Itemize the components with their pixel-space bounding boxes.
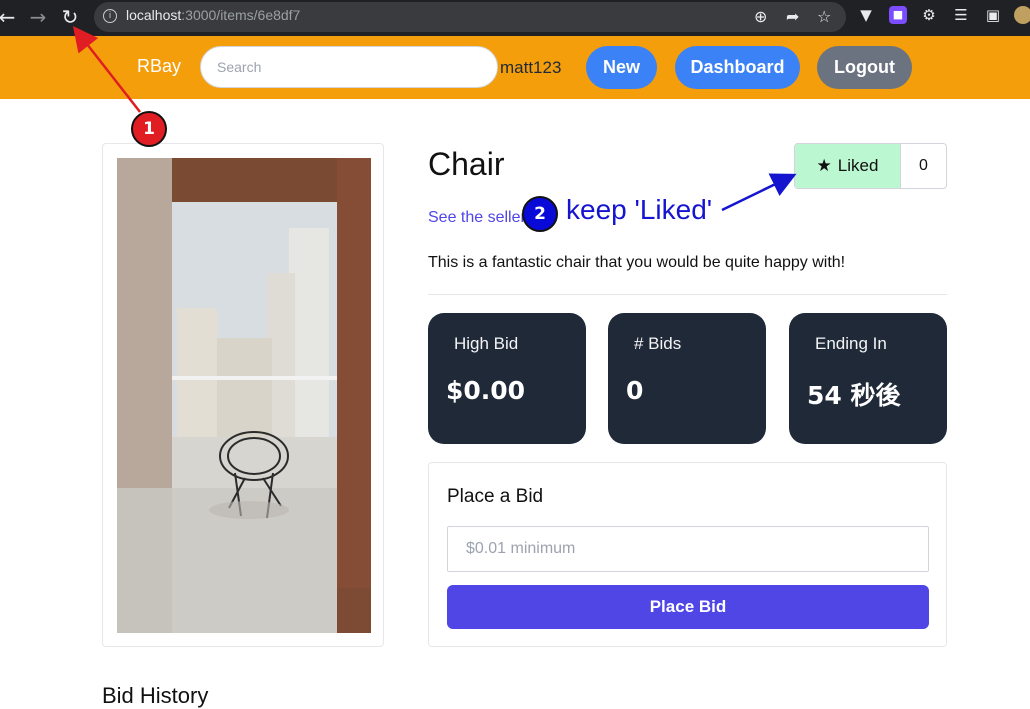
- profile-avatar-icon[interactable]: [1014, 6, 1030, 24]
- high-bid-card: High Bid $0.00: [428, 313, 586, 444]
- url-text[interactable]: localhost:3000/items/6e8df7: [126, 7, 300, 23]
- annotation-badge-2: 2: [522, 196, 558, 232]
- search-input[interactable]: [200, 46, 498, 88]
- item-title: Chair: [428, 146, 505, 182]
- like-button-group: ★ Liked 0: [794, 143, 947, 189]
- brand-logo[interactable]: RBay: [137, 56, 181, 77]
- vue-devtools-icon[interactable]: ▼: [857, 6, 875, 24]
- username-label: matt123: [500, 58, 562, 77]
- stat-value: $0.00: [446, 376, 526, 405]
- media-icon[interactable]: ☰: [952, 6, 970, 24]
- annotation-badge-1: 1: [131, 111, 167, 147]
- bid-amount-input[interactable]: [447, 526, 929, 572]
- dashboard-button[interactable]: Dashboard: [675, 46, 800, 89]
- star-icon: ★: [816, 156, 832, 175]
- stat-label: # Bids: [634, 334, 682, 353]
- app-navbar: RBay matt123 New Dashboard Logout: [0, 36, 1030, 99]
- ublock-icon[interactable]: ■: [889, 6, 907, 24]
- new-button[interactable]: New: [586, 46, 657, 89]
- logout-button[interactable]: Logout: [817, 46, 912, 89]
- stat-label: Ending In: [815, 334, 887, 353]
- share-icon[interactable]: ➦: [786, 7, 799, 27]
- item-photo: [117, 158, 371, 633]
- item-description: This is a fantastic chair that you would…: [428, 254, 846, 271]
- back-icon[interactable]: ←: [0, 4, 20, 30]
- bookmark-star-icon[interactable]: ☆: [817, 7, 831, 27]
- zoom-icon[interactable]: ⊕: [754, 7, 767, 27]
- sidebar-icon[interactable]: ▣: [984, 6, 1002, 24]
- address-bar[interactable]: i localhost:3000/items/6e8df7 ⊕ ➦ ☆: [94, 2, 846, 32]
- reload-icon[interactable]: ↻: [57, 4, 83, 30]
- item-image-card: [102, 143, 384, 647]
- ending-in-card: Ending In 54 秒後: [789, 313, 947, 444]
- place-bid-panel: Place a Bid Place Bid: [428, 462, 947, 647]
- bid-count-card: # Bids 0: [608, 313, 766, 444]
- divider: [428, 294, 947, 295]
- browser-toolbar: ← → ↻ i localhost:3000/items/6e8df7 ⊕ ➦ …: [0, 0, 1030, 36]
- place-bid-button[interactable]: Place Bid: [447, 585, 929, 629]
- stat-label: High Bid: [454, 334, 519, 353]
- like-count: 0: [919, 157, 928, 174]
- extensions-puzzle-icon[interactable]: ⚙: [920, 6, 938, 24]
- info-icon[interactable]: i: [103, 9, 117, 23]
- stat-value: 0: [626, 376, 644, 405]
- annotation-note: keep 'Liked': [566, 194, 713, 225]
- bid-history-heading: Bid History: [102, 683, 209, 708]
- liked-button[interactable]: ★ Liked: [795, 144, 901, 188]
- see-seller-link[interactable]: See the seller: [428, 209, 526, 227]
- forward-icon[interactable]: →: [25, 4, 51, 30]
- stat-value: 54 秒後: [807, 381, 901, 410]
- place-bid-heading: Place a Bid: [447, 486, 544, 507]
